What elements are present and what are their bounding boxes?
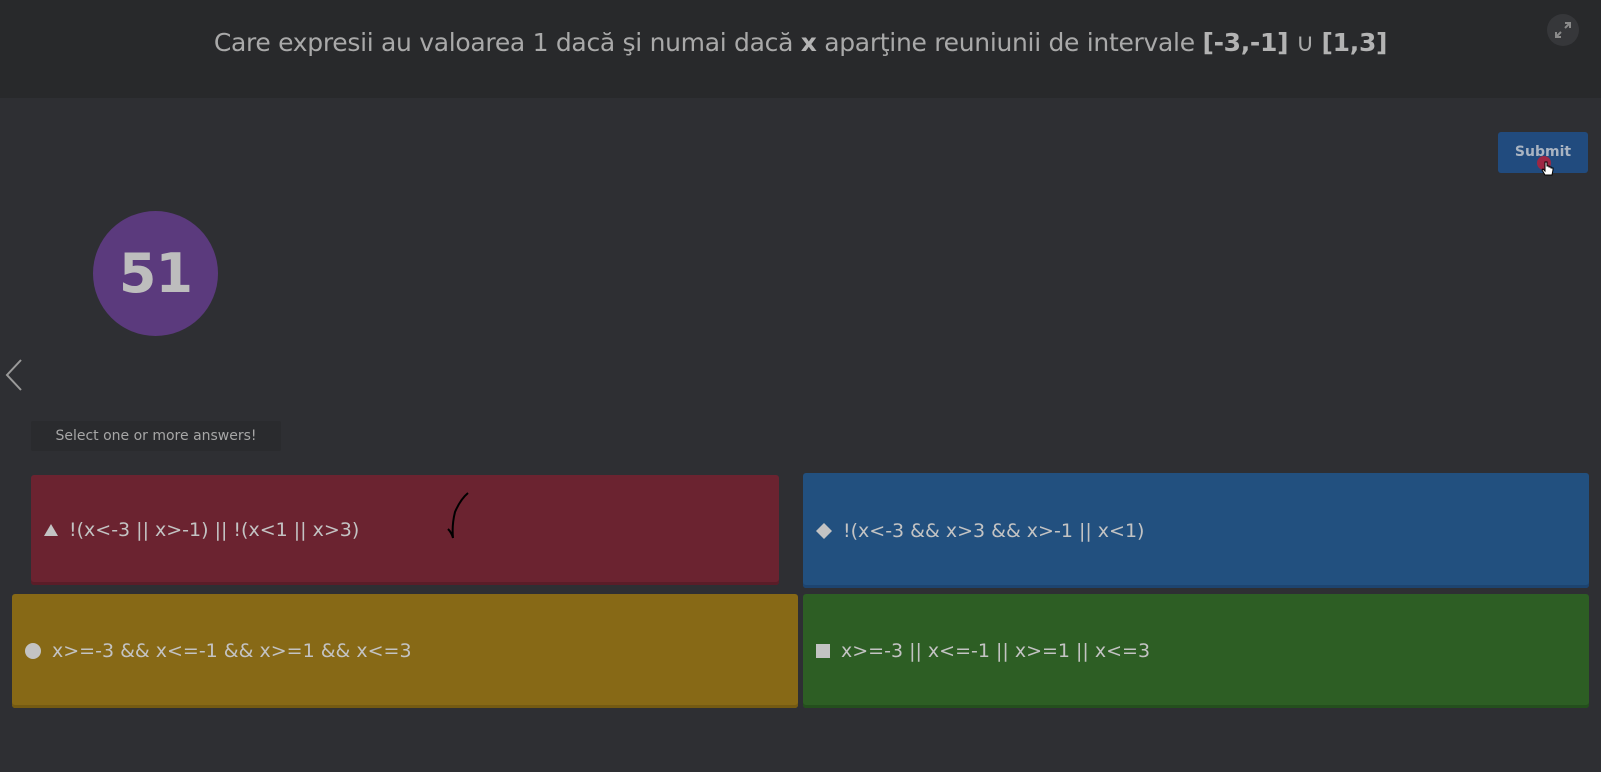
square-icon [816,644,830,658]
diamond-icon [816,522,832,539]
answer-hint: Select one or more answers! [31,421,281,451]
question-interval: [-3,-1] [1202,28,1289,57]
answer-text: x>=-3 && x<=-1 && x>=1 && x<=3 [52,640,412,662]
chevron-left-icon[interactable] [4,358,24,392]
hand-cursor-icon [1541,161,1554,176]
checkmark-icon [447,492,469,539]
fullscreen-button[interactable] [1547,14,1579,46]
answer-option-triangle[interactable]: !(x<-3 || x>-1) || !(x<1 || x>3) [31,475,779,585]
circle-icon [25,643,41,659]
answer-option-circle[interactable]: x>=-3 && x<=-1 && x>=1 && x<=3 [12,594,798,708]
union-symbol: ∪ [1288,28,1322,57]
question-variable: x [800,28,817,57]
question-part: Care expresii au valoarea 1 dacă şi numa… [213,28,801,57]
question-part: aparţine reuniunii de intervale [816,28,1203,57]
expand-icon [1555,22,1571,38]
answer-text: x>=-3 || x<=-1 || x>=1 || x<=3 [841,640,1151,662]
answer-text: !(x<-3 || x>-1) || !(x<1 || x>3) [69,519,360,541]
timer-counter: 51 [93,211,218,336]
question-text: Care expresii au valoarea 1 dacă şi numa… [0,28,1601,57]
answer-option-square[interactable]: x>=-3 || x<=-1 || x>=1 || x<=3 [803,594,1589,708]
answer-text: !(x<-3 && x>3 && x>-1 || x<1) [843,519,1145,542]
question-interval: [1,3] [1321,28,1388,57]
triangle-icon [44,524,58,536]
answer-option-diamond[interactable]: !(x<-3 && x>3 && x>-1 || x<1) [803,473,1589,588]
question-header: Care expresii au valoarea 1 dacă şi numa… [0,0,1601,98]
